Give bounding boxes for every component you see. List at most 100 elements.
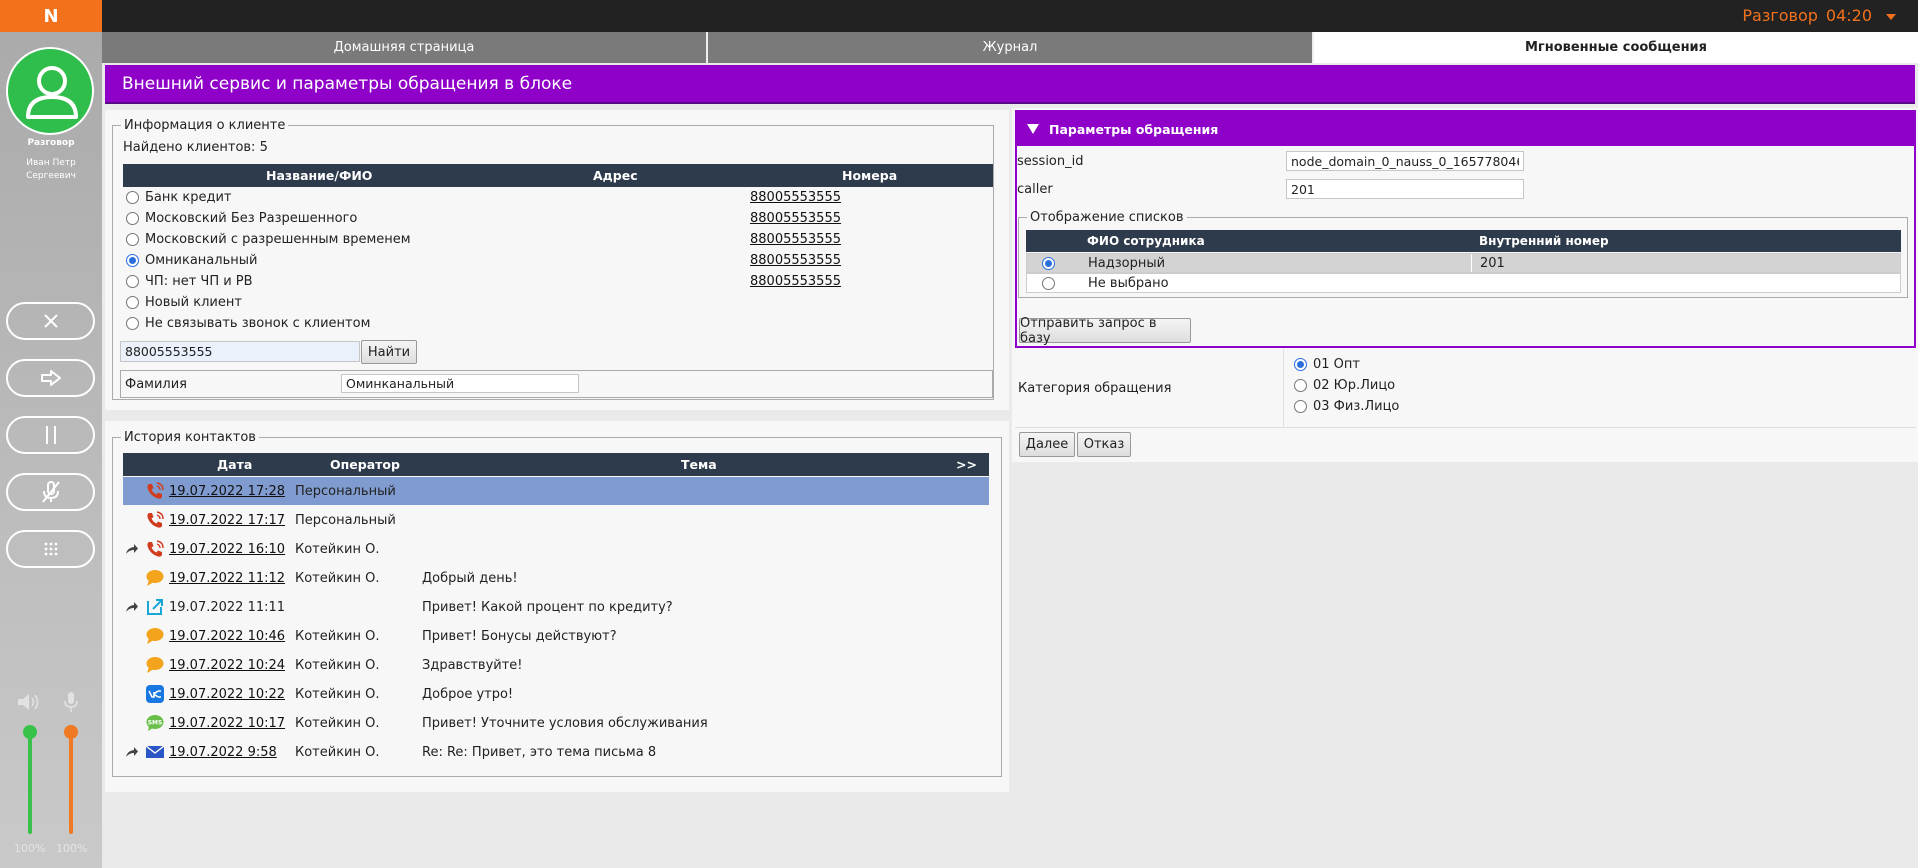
- dialpad-button[interactable]: [6, 530, 95, 568]
- client-radio[interactable]: [126, 275, 139, 288]
- history-operator: Котейкин О.: [295, 686, 380, 702]
- category-option[interactable]: 02 Юр.Лицо: [1294, 376, 1395, 394]
- history-row[interactable]: 19.07.2022 17:17 Персональный: [123, 506, 989, 534]
- svg-text:SMS: SMS: [148, 720, 163, 727]
- speaker-volume-track[interactable]: [28, 731, 32, 834]
- history-row[interactable]: 19.07.2022 10:46 Котейкин О. Привет! Бонус…: [123, 622, 989, 650]
- hold-button[interactable]: [6, 416, 95, 454]
- params-header[interactable]: Параметры обращения: [1017, 112, 1914, 146]
- chat-icon: [141, 568, 169, 588]
- sidebar: N Разговор Иван Петр Сергеевич 100% 100%: [0, 0, 102, 868]
- client-name: Омниканальный: [145, 253, 258, 268]
- lists-table-header: ФИО сотрудника Внутренний номер: [1026, 230, 1901, 252]
- category-option[interactable]: 01 Опт: [1294, 355, 1360, 373]
- hangup-button[interactable]: [6, 302, 95, 340]
- lists-row-radio[interactable]: [1042, 257, 1055, 270]
- history-date-link[interactable]: 19.07.2022 17:17: [169, 513, 285, 528]
- history-row[interactable]: 19.07.2022 9:58 Котейкин О. Re: Re: Привет…: [123, 738, 989, 766]
- history-row[interactable]: 19.07.2022 16:10 Котейкин О.: [123, 535, 989, 563]
- history-row[interactable]: 19.07.2022 17:28 Персональный: [123, 477, 989, 505]
- client-phone-link[interactable]: 88005553555: [750, 274, 841, 289]
- tab-bar: Домашняя страница Журнал Мгновенные сооб…: [102, 32, 1918, 63]
- lists-row[interactable]: Надзорный 201: [1026, 253, 1901, 273]
- tab-journal[interactable]: Журнал: [708, 32, 1314, 63]
- mic-volume-value: 100%: [56, 842, 88, 855]
- history-operator: Котейкин О.: [295, 570, 380, 586]
- surname-input[interactable]: [341, 374, 579, 393]
- collapse-triangle-icon: [1027, 124, 1039, 134]
- session-id-input[interactable]: [1286, 151, 1524, 171]
- mic-volume-knob[interactable]: [64, 725, 78, 739]
- history-date-link[interactable]: 19.07.2022 10:17: [169, 716, 285, 731]
- client-search-input[interactable]: [120, 341, 360, 362]
- user-icon: [26, 66, 78, 119]
- history-row[interactable]: SMS 19.07.2022 10:17 Котейкин О. Привет! Ут…: [123, 709, 989, 737]
- history-row[interactable]: 19.07.2022 10:22 Котейкин О. Доброе утро!: [123, 680, 989, 708]
- client-phone-link[interactable]: 88005553555: [750, 253, 841, 268]
- find-button[interactable]: Найти: [361, 340, 417, 364]
- speaker-volume-knob[interactable]: [23, 725, 37, 739]
- expand-columns-button[interactable]: >>: [956, 457, 977, 472]
- transfer-button[interactable]: [6, 359, 95, 397]
- history-date-link[interactable]: 19.07.2022 17:28: [169, 484, 285, 499]
- lists-row-radio[interactable]: [1042, 277, 1055, 290]
- client-radio[interactable]: [126, 191, 139, 204]
- client-option[interactable]: Омниканальный 88005553555: [126, 250, 996, 271]
- surname-label: Фамилия: [125, 377, 187, 392]
- client-option[interactable]: Московский с разрешенным временем 8800555…: [126, 229, 996, 250]
- category-radio[interactable]: [1294, 357, 1307, 371]
- client-phone-link[interactable]: 88005553555: [750, 232, 841, 247]
- mute-button[interactable]: [6, 473, 95, 511]
- vk-icon: [141, 684, 169, 704]
- client-option[interactable]: Не связывать звонок с клиентом: [126, 313, 996, 334]
- caller-label: caller: [1017, 182, 1053, 197]
- top-bar: Разговор 04:20: [102, 0, 1918, 32]
- client-option[interactable]: Банк кредит 88005553555: [126, 187, 996, 208]
- mic-volume-track[interactable]: [69, 731, 73, 834]
- client-option[interactable]: Московский Без Разрешенного 88005553555: [126, 208, 996, 229]
- client-radio[interactable]: [126, 296, 139, 309]
- client-phone-link[interactable]: 88005553555: [750, 190, 841, 205]
- lists-row-name: Не выбрано: [1088, 276, 1169, 291]
- col-topic: Тема: [681, 457, 717, 472]
- mic-icon: [64, 692, 78, 712]
- history-row[interactable]: 19.07.2022 10:24 Котейкин О. Здравствуйте!: [123, 651, 989, 679]
- clients-found: Найдено клиентов: 5: [123, 140, 268, 155]
- history-operator: Котейкин О.: [295, 628, 380, 644]
- tab-home[interactable]: Домашняя страница: [102, 32, 708, 63]
- history-row[interactable]: 19.07.2022 11:12 Котейкин О. Добрый день!: [123, 564, 989, 592]
- call-status-label: Разговор: [1742, 6, 1818, 25]
- caller-input[interactable]: [1286, 179, 1524, 199]
- category-radio[interactable]: [1294, 378, 1307, 392]
- history-date-link[interactable]: 19.07.2022 10:22: [169, 687, 285, 702]
- category-label: Категория обращения: [1018, 381, 1172, 396]
- lists-row[interactable]: Не выбрано: [1026, 273, 1901, 293]
- reject-button[interactable]: Отказ: [1077, 432, 1131, 457]
- history-date-link[interactable]: 19.07.2022 11:12: [169, 571, 285, 586]
- history-date-link[interactable]: 19.07.2022 10:24: [169, 658, 285, 673]
- client-radio[interactable]: [126, 233, 139, 246]
- category-radio[interactable]: [1294, 399, 1307, 413]
- col-date: Дата: [217, 457, 253, 472]
- client-option[interactable]: Новый клиент: [126, 292, 996, 313]
- client-phone-link[interactable]: 88005553555: [750, 211, 841, 226]
- next-button[interactable]: Далее: [1019, 432, 1075, 457]
- forward-arrow-icon: [123, 543, 141, 555]
- category-option[interactable]: 03 Физ.Лицо: [1294, 397, 1399, 415]
- history-date-link[interactable]: 19.07.2022 9:58: [169, 745, 277, 760]
- category-option-label: 03 Физ.Лицо: [1313, 398, 1400, 414]
- client-name: Новый клиент: [145, 295, 242, 310]
- client-radio[interactable]: [126, 212, 139, 225]
- forward-arrow-icon: [123, 746, 141, 758]
- history-date-link[interactable]: 19.07.2022 10:46: [169, 629, 285, 644]
- client-radio[interactable]: [126, 254, 139, 267]
- history-row[interactable]: 19.07.2022 11:11 Привет! Какой процент по…: [123, 593, 989, 621]
- external-link-icon: [141, 597, 169, 617]
- client-option[interactable]: ЧП: нет ЧП и РВ 88005553555: [126, 271, 996, 292]
- call-status-dropdown[interactable]: Разговор 04:20: [1742, 6, 1896, 25]
- client-radio[interactable]: [126, 317, 139, 330]
- tab-instant-messages[interactable]: Мгновенные сообщения: [1314, 32, 1918, 63]
- history-date-link[interactable]: 19.07.2022 16:10: [169, 542, 285, 557]
- send-request-button[interactable]: Отправить запрос в базу: [1019, 316, 1191, 346]
- col-phones: Номера: [842, 168, 898, 183]
